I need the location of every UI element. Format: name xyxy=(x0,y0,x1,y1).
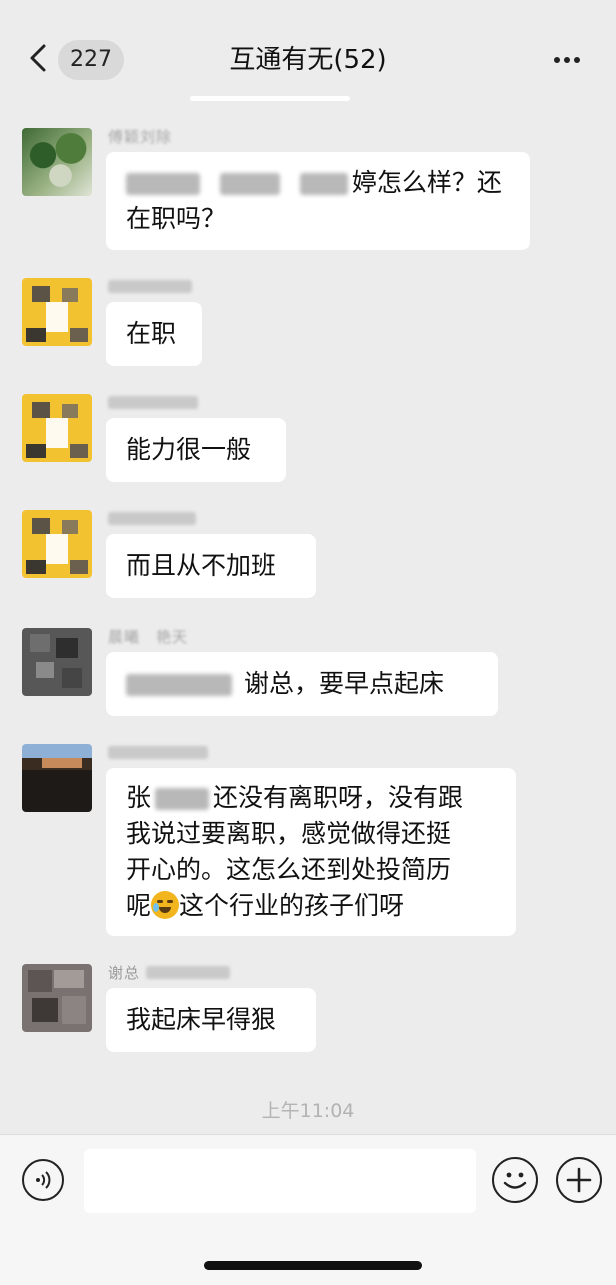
message-timestamp: 上午11:04 xyxy=(261,1100,355,1122)
voice-icon xyxy=(36,1171,51,1189)
ellipsis-icon xyxy=(552,57,582,78)
redacted-sender xyxy=(108,279,192,293)
message-text: 呢 xyxy=(126,891,152,920)
message-text: 在职吗？ xyxy=(126,204,227,233)
avatar[interactable] xyxy=(22,394,92,462)
previous-message-edge xyxy=(190,96,350,101)
home-indicator xyxy=(204,1261,422,1270)
message-text: 这个行业的孩子们呀 xyxy=(179,891,405,920)
redacted-sender xyxy=(146,965,231,979)
sender-name: 晨曦 艳天 xyxy=(108,626,188,646)
message-bubble[interactable]: 能力很一般 xyxy=(106,418,286,482)
redacted-sender xyxy=(108,745,208,759)
redacted-text xyxy=(219,173,280,195)
plus-icon xyxy=(566,1167,592,1193)
message-text: 而且从不加班 xyxy=(126,551,277,580)
message-bubble[interactable]: 张还没有离职呀，没有跟 我说过要离职，感觉做得还挺 开心的。这怎么还到处投简历 … xyxy=(106,768,516,936)
avatar[interactable] xyxy=(22,128,92,196)
avatar[interactable] xyxy=(22,744,92,812)
back-button[interactable] xyxy=(24,38,54,78)
sender-name-text: 傅颖刘除 xyxy=(108,127,173,146)
sender-name: 傅颖刘除 xyxy=(108,126,172,146)
message-text: 在职 xyxy=(126,319,177,348)
message-bubble[interactable]: 婷怎么样？还 在职吗？ xyxy=(106,152,530,250)
message-text: 还没有离职呀，没有跟 xyxy=(213,783,464,812)
message-text: 能力很一般 xyxy=(126,435,252,464)
sender-name: 谢总 xyxy=(108,962,231,982)
redacted-sender xyxy=(108,395,198,409)
unread-count-badge[interactable]: 227 xyxy=(58,40,124,80)
add-button[interactable] xyxy=(556,1157,602,1203)
avatar[interactable] xyxy=(22,510,92,578)
message-text: 谢总，要早点起床 xyxy=(244,669,445,698)
sender-name xyxy=(108,392,198,412)
sender-name-text: 晨曦 艳天 xyxy=(108,627,189,646)
avatar[interactable] xyxy=(22,628,92,696)
message-bubble[interactable]: 谢总，要早点起床 xyxy=(106,652,498,716)
message-bubble[interactable]: 我起床早得狠 xyxy=(106,988,316,1052)
redacted-text xyxy=(299,173,348,195)
input-bar xyxy=(0,1134,616,1285)
smiley-icon xyxy=(503,1172,527,1189)
redacted-text xyxy=(155,788,210,810)
message-text: 张 xyxy=(126,783,152,812)
emoji-button[interactable] xyxy=(492,1157,538,1203)
message-text: 开心的。这怎么还到处投简历 xyxy=(126,855,452,884)
more-options-button[interactable] xyxy=(552,46,596,74)
grimace-emoji-icon xyxy=(151,891,180,919)
message-text: 我起床早得狠 xyxy=(126,1005,277,1034)
voice-input-button[interactable] xyxy=(22,1159,64,1201)
chat-header: 227 互通有无(52) xyxy=(0,0,616,104)
message-bubble[interactable]: 在职 xyxy=(106,302,202,366)
sender-name xyxy=(108,508,196,528)
redacted-sender xyxy=(108,511,196,525)
sender-name xyxy=(108,742,208,762)
redacted-text xyxy=(126,674,232,696)
avatar[interactable] xyxy=(22,964,92,1032)
message-bubble[interactable]: 而且从不加班 xyxy=(106,534,316,598)
avatar[interactable] xyxy=(22,278,92,346)
message-input[interactable] xyxy=(84,1149,476,1213)
chevron-left-icon xyxy=(30,44,46,72)
message-text: 我说过要离职，感觉做得还挺 xyxy=(126,819,452,848)
redacted-text xyxy=(126,173,200,195)
sender-name-text: 谢总 xyxy=(108,963,141,982)
sender-name xyxy=(108,276,192,296)
message-text: 婷怎么样？还 xyxy=(351,168,502,197)
